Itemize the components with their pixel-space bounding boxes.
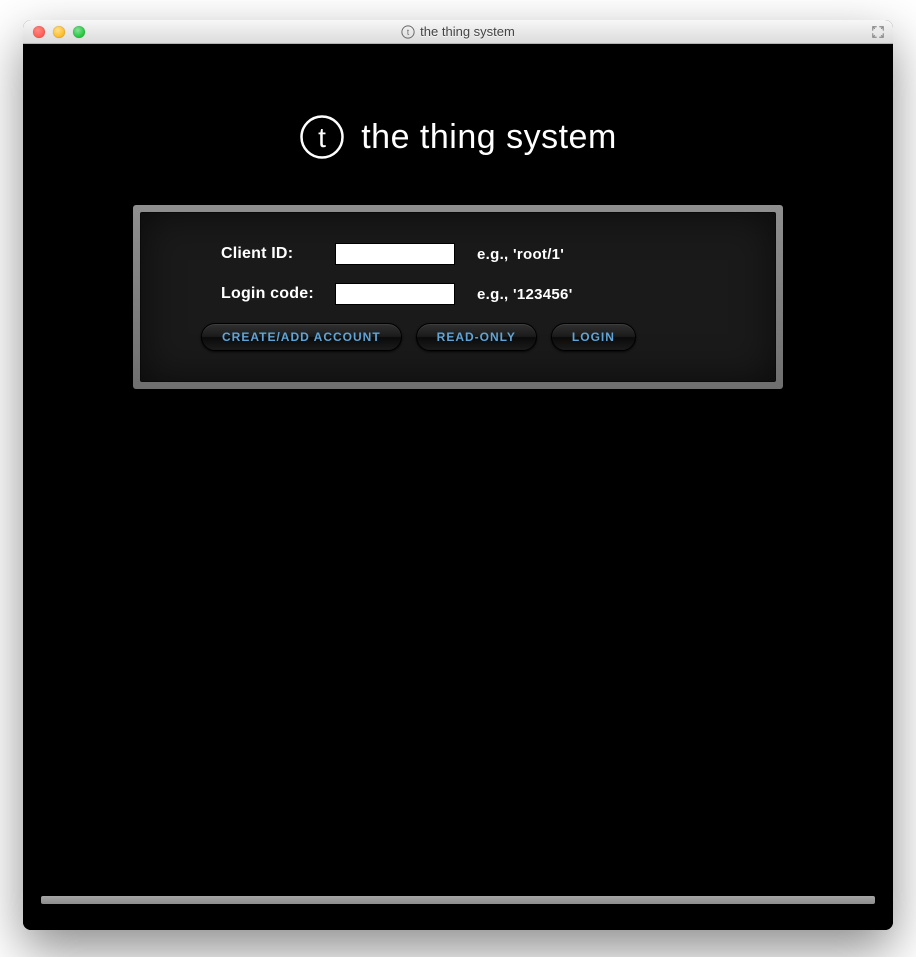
client-id-input[interactable] <box>335 243 455 265</box>
close-window-button[interactable] <box>33 26 45 38</box>
title-t-circle-icon: t <box>401 25 415 39</box>
client-id-hint: e.g., 'root/1' <box>477 246 564 263</box>
client-id-label: Client ID: <box>221 245 321 263</box>
fullscreen-icon[interactable] <box>871 25 885 39</box>
client-id-row: Client ID: e.g., 'root/1' <box>221 243 715 265</box>
login-code-label: Login code: <box>221 285 321 303</box>
login-code-hint: e.g., '123456' <box>477 286 573 303</box>
content-area: t the thing system Client ID: e.g., 'roo… <box>23 44 893 930</box>
brand-logo-icon: t <box>299 114 345 160</box>
minimize-window-button[interactable] <box>53 26 65 38</box>
login-button[interactable]: LOGIN <box>551 323 636 351</box>
traffic-lights <box>33 26 85 38</box>
button-row: CREATE/ADD ACCOUNT READ-ONLY LOGIN <box>201 323 715 351</box>
create-add-account-button[interactable]: CREATE/ADD ACCOUNT <box>201 323 402 351</box>
titlebar-center: t the thing system <box>23 24 893 39</box>
svg-text:t: t <box>407 27 410 37</box>
window-title: the thing system <box>420 24 515 39</box>
bottom-divider <box>41 896 875 904</box>
brand-header: t the thing system <box>23 114 893 160</box>
login-code-input[interactable] <box>335 283 455 305</box>
brand-text: the thing system <box>361 118 617 157</box>
app-window: t the thing system t the thing system <box>23 20 893 930</box>
titlebar: t the thing system <box>23 20 893 44</box>
read-only-button[interactable]: READ-ONLY <box>416 323 537 351</box>
zoom-window-button[interactable] <box>73 26 85 38</box>
login-code-row: Login code: e.g., '123456' <box>221 283 715 305</box>
svg-text:t: t <box>318 122 326 153</box>
login-panel: Client ID: e.g., 'root/1' Login code: e.… <box>133 205 783 389</box>
login-panel-inner: Client ID: e.g., 'root/1' Login code: e.… <box>140 212 776 382</box>
